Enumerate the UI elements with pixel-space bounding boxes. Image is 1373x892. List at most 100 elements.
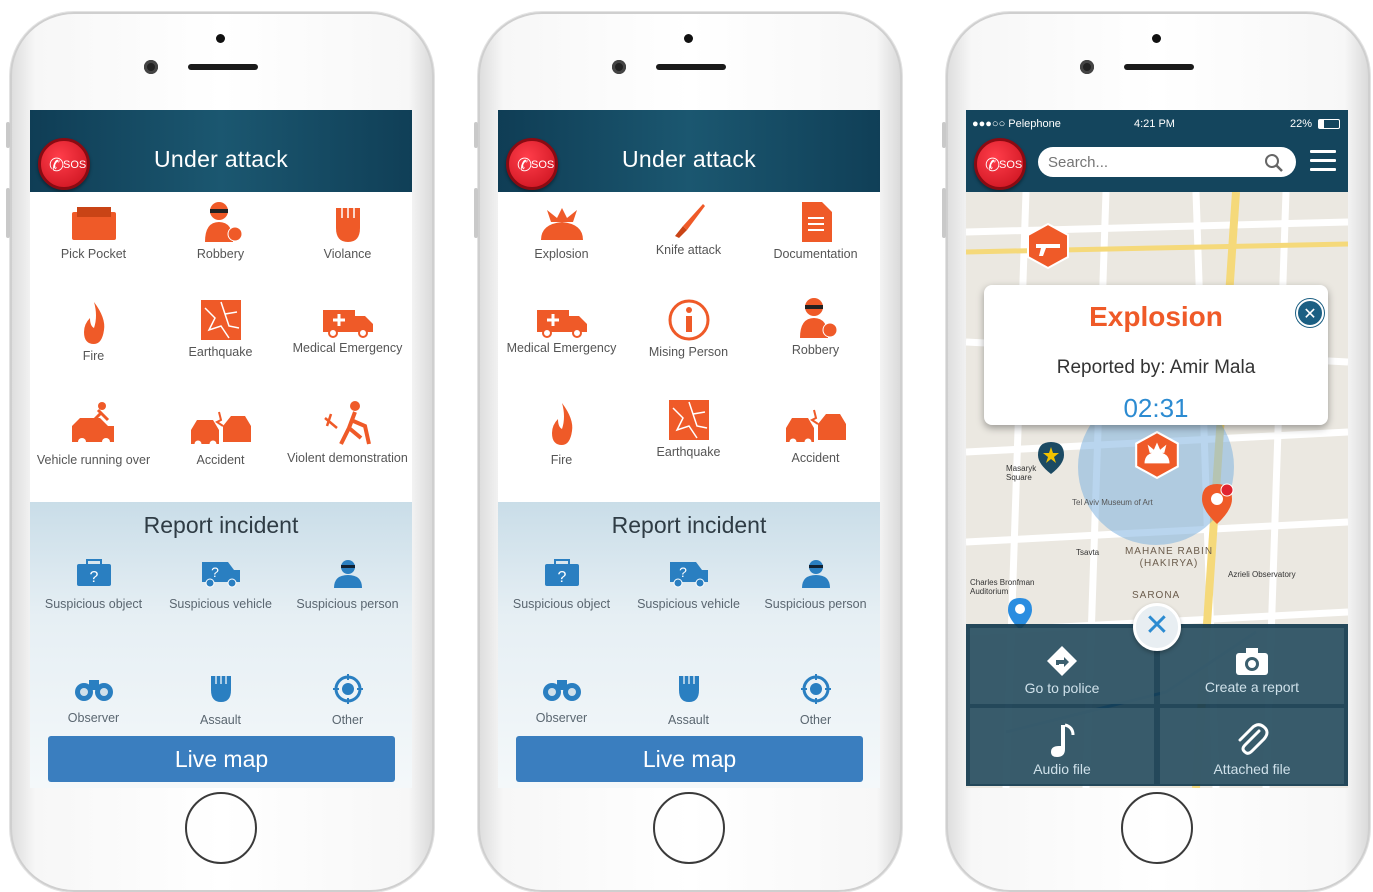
earthquake-icon [668, 400, 709, 440]
earthquake-icon [200, 300, 241, 340]
report-incident-section: Report incident ? Suspicious object ? Su… [30, 502, 412, 788]
incident-popup: Explosion Reported by: Amir Mala 02:31 ✕ [984, 285, 1328, 425]
go-to-police-button[interactable]: Go to police [970, 628, 1154, 704]
report-suspicious-vehicle[interactable]: ? Suspicious vehicle [157, 558, 284, 611]
camera-icon [1236, 648, 1268, 675]
action-label: Go to police [1024, 680, 1100, 696]
incident-explosion[interactable]: Explosion [498, 206, 625, 261]
report-label: Suspicious vehicle [169, 597, 272, 611]
app-header: ✆ SOS Under attack [30, 110, 412, 192]
popup-close-icon[interactable]: ✕ [1296, 299, 1324, 327]
home-button[interactable] [653, 792, 725, 864]
report-suspicious-person[interactable]: Suspicious person [752, 558, 879, 611]
live-map-button[interactable]: Live map [516, 736, 863, 782]
phone-frame-3: ●●●○○ Pelephone 4:21 PM 22% ✆ SOS Search… [942, 12, 1370, 892]
incident-violance[interactable]: Violance [284, 200, 411, 261]
incident-label: Explosion [534, 247, 589, 261]
incident-label: Medical Emergency [506, 341, 617, 355]
map-label-sarona: SARONA [1132, 590, 1181, 601]
incident-violent-demonstration[interactable]: Violent demonstration [284, 398, 411, 465]
earpiece-speaker [656, 64, 726, 70]
incident-label: Mising Person [648, 345, 729, 359]
report-other[interactable]: Other [752, 674, 879, 727]
report-title: Report incident [143, 512, 299, 538]
report-label: Assault [200, 713, 241, 727]
report-label: Other [331, 713, 364, 727]
incident-medical-emergency[interactable]: Medical Emergency [284, 302, 411, 355]
mute-switch [474, 122, 478, 148]
page-title: Under attack [622, 146, 756, 172]
mute-switch [6, 122, 10, 148]
attached-file-button[interactable]: Attached file [1160, 708, 1344, 784]
incident-accident[interactable]: Accident [752, 408, 879, 465]
report-assault[interactable]: Assault [625, 672, 752, 727]
live-map-button[interactable]: Live map [48, 736, 395, 782]
incident-fire[interactable]: Fire [30, 300, 157, 363]
search-input[interactable] [1038, 147, 1296, 177]
incident-label: Pick Pocket [60, 247, 127, 261]
report-label: Suspicious object [44, 597, 143, 611]
target-icon [800, 674, 831, 704]
incident-grid: Pick Pocket Robbery Violance Fire Earthq… [30, 192, 412, 502]
incident-robbery[interactable]: Robbery [157, 200, 284, 261]
front-camera [144, 60, 158, 74]
action-label: Create a report [1204, 679, 1300, 695]
front-camera [612, 60, 626, 74]
hamburger-menu-icon[interactable] [1310, 150, 1336, 172]
shooting-incident-marker-icon[interactable] [1026, 222, 1070, 270]
proximity-sensor [216, 34, 225, 43]
incident-mising-person[interactable]: Mising Person [625, 298, 752, 359]
report-suspicious-object[interactable]: ? Suspicious object [30, 558, 157, 611]
mute-switch [942, 122, 946, 148]
report-suspicious-object[interactable]: ? Suspicious object [498, 558, 625, 611]
audio-file-button[interactable]: Audio file [970, 708, 1154, 784]
incident-label: Knife attack [655, 243, 722, 257]
incident-knife-attack[interactable]: Knife attack [625, 200, 752, 257]
home-button[interactable] [185, 792, 257, 864]
map-label-museum: Tel Aviv Museum of Art [1072, 498, 1153, 507]
fire-icon [551, 403, 572, 445]
search-icon[interactable] [1264, 153, 1284, 173]
map-label-masaryk: Masaryk Square [1006, 464, 1037, 482]
report-label: Suspicious vehicle [637, 597, 740, 611]
action-label: Attached file [1213, 761, 1291, 777]
incident-vehicle-running-over[interactable]: Vehicle running over [30, 400, 157, 467]
create-report-button[interactable]: Create a report [1160, 628, 1344, 704]
incident-pick-pocket[interactable]: Pick Pocket [30, 204, 157, 261]
report-observer[interactable]: Observer [498, 674, 625, 725]
live-map[interactable]: MAHANE RABIN (HAKIRYA) SARONA Tel Aviv M… [966, 192, 1348, 788]
report-suspicious-vehicle[interactable]: ? Suspicious vehicle [625, 558, 752, 611]
suspicious-object-icon: ? [544, 559, 579, 586]
incident-earthquake[interactable]: Earthquake [157, 298, 284, 359]
incident-label: Accident [791, 451, 840, 465]
alert-pin-icon[interactable] [1200, 482, 1234, 526]
sos-button[interactable]: ✆ SOS [974, 138, 1026, 190]
report-observer[interactable]: Observer [30, 674, 157, 725]
front-camera [1080, 60, 1094, 74]
incident-robbery[interactable]: Robbery [752, 296, 879, 357]
paperclip-icon [1238, 723, 1269, 755]
svg-text:?: ? [557, 569, 566, 586]
incident-label: Medical Emergency [292, 341, 403, 355]
suspicious-object-icon: ? [76, 559, 111, 586]
incident-fire[interactable]: Fire [498, 398, 625, 467]
assault-fist-icon [678, 676, 699, 702]
incident-accident[interactable]: Accident [157, 410, 284, 467]
car-crash-icon [785, 409, 846, 446]
sos-label: SOS [999, 159, 1023, 171]
assault-fist-icon [210, 676, 231, 702]
explosion-marker-icon[interactable] [1134, 430, 1180, 480]
home-button[interactable] [1121, 792, 1193, 864]
report-other[interactable]: Other [284, 674, 411, 727]
report-assault[interactable]: Assault [157, 672, 284, 727]
proximity-sensor [1152, 34, 1161, 43]
incident-documentation[interactable]: Documentation [752, 200, 879, 261]
incident-label: Fire [82, 349, 105, 363]
report-suspicious-person[interactable]: Suspicious person [284, 558, 411, 611]
incident-earthquake[interactable]: Earthquake [625, 398, 752, 459]
incident-medical-emergency[interactable]: Medical Emergency [498, 302, 625, 355]
incident-label: Robbery [791, 343, 840, 357]
binoculars-icon [74, 680, 113, 701]
phone-icon: ✆ [985, 155, 1001, 175]
close-actions-icon[interactable]: ✕ [1133, 603, 1181, 651]
